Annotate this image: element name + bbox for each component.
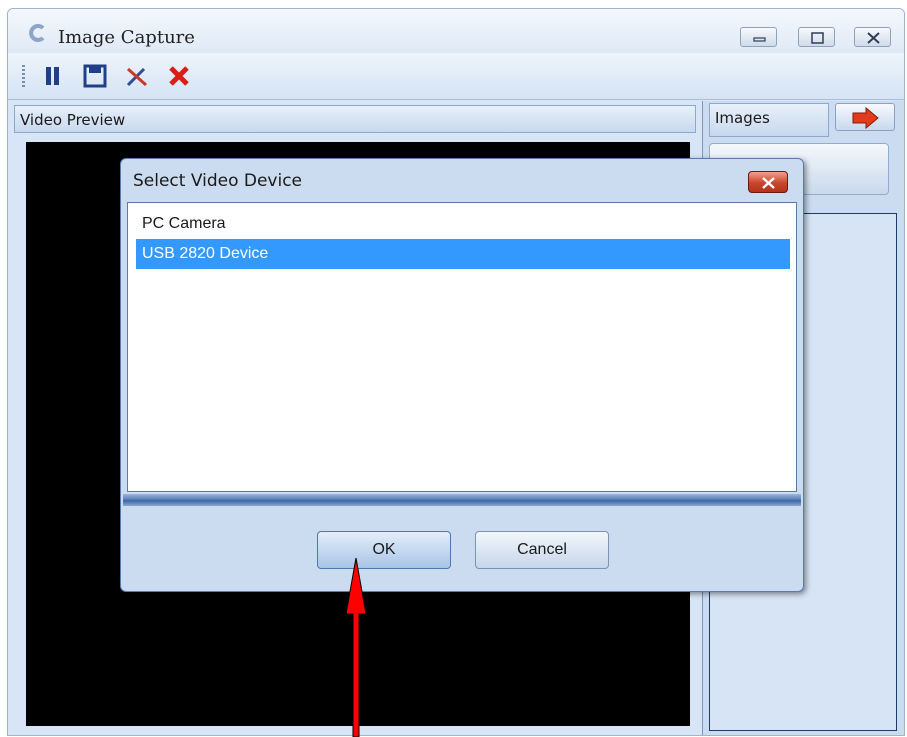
device-listbox[interactable]: PC Camera USB 2820 Device <box>127 202 797 492</box>
close-icon <box>867 32 880 44</box>
close-icon <box>762 177 775 189</box>
dialog-close-button[interactable] <box>748 171 788 193</box>
save-icon[interactable] <box>82 63 108 89</box>
cancel-button[interactable]: Cancel <box>475 531 609 569</box>
dialog-title: Select Video Device <box>133 171 303 191</box>
images-tab[interactable]: Images <box>709 103 829 137</box>
images-tab-label: Images <box>715 109 770 127</box>
annotation-arrow-icon <box>345 558 367 737</box>
settings-icon[interactable] <box>124 63 150 89</box>
title-bar[interactable]: Image Capture <box>8 9 904 53</box>
device-item-pc-camera[interactable]: PC Camera <box>136 209 790 239</box>
minimize-icon <box>753 37 766 42</box>
toolbar-grip-icon[interactable] <box>22 65 25 89</box>
close-window-button[interactable] <box>854 27 891 47</box>
collapse-panel-button[interactable] <box>835 103 895 131</box>
video-preview-header: Video Preview <box>14 105 696 133</box>
device-item-usb-2820[interactable]: USB 2820 Device <box>136 239 790 269</box>
close-x-icon[interactable] <box>166 63 192 89</box>
minimize-button[interactable] <box>740 27 777 47</box>
pause-icon[interactable] <box>40 63 66 89</box>
dialog-splitter[interactable] <box>123 494 801 506</box>
maximize-button[interactable] <box>798 27 835 47</box>
maximize-icon <box>811 32 824 44</box>
right-arrow-icon <box>852 106 879 130</box>
video-preview-title: Video Preview <box>20 111 126 129</box>
select-video-device-dialog: Select Video Device PC Camera USB 2820 D… <box>120 158 804 592</box>
app-logo-icon <box>29 24 45 42</box>
toolbar <box>8 53 904 100</box>
window-title: Image Capture <box>58 27 195 48</box>
